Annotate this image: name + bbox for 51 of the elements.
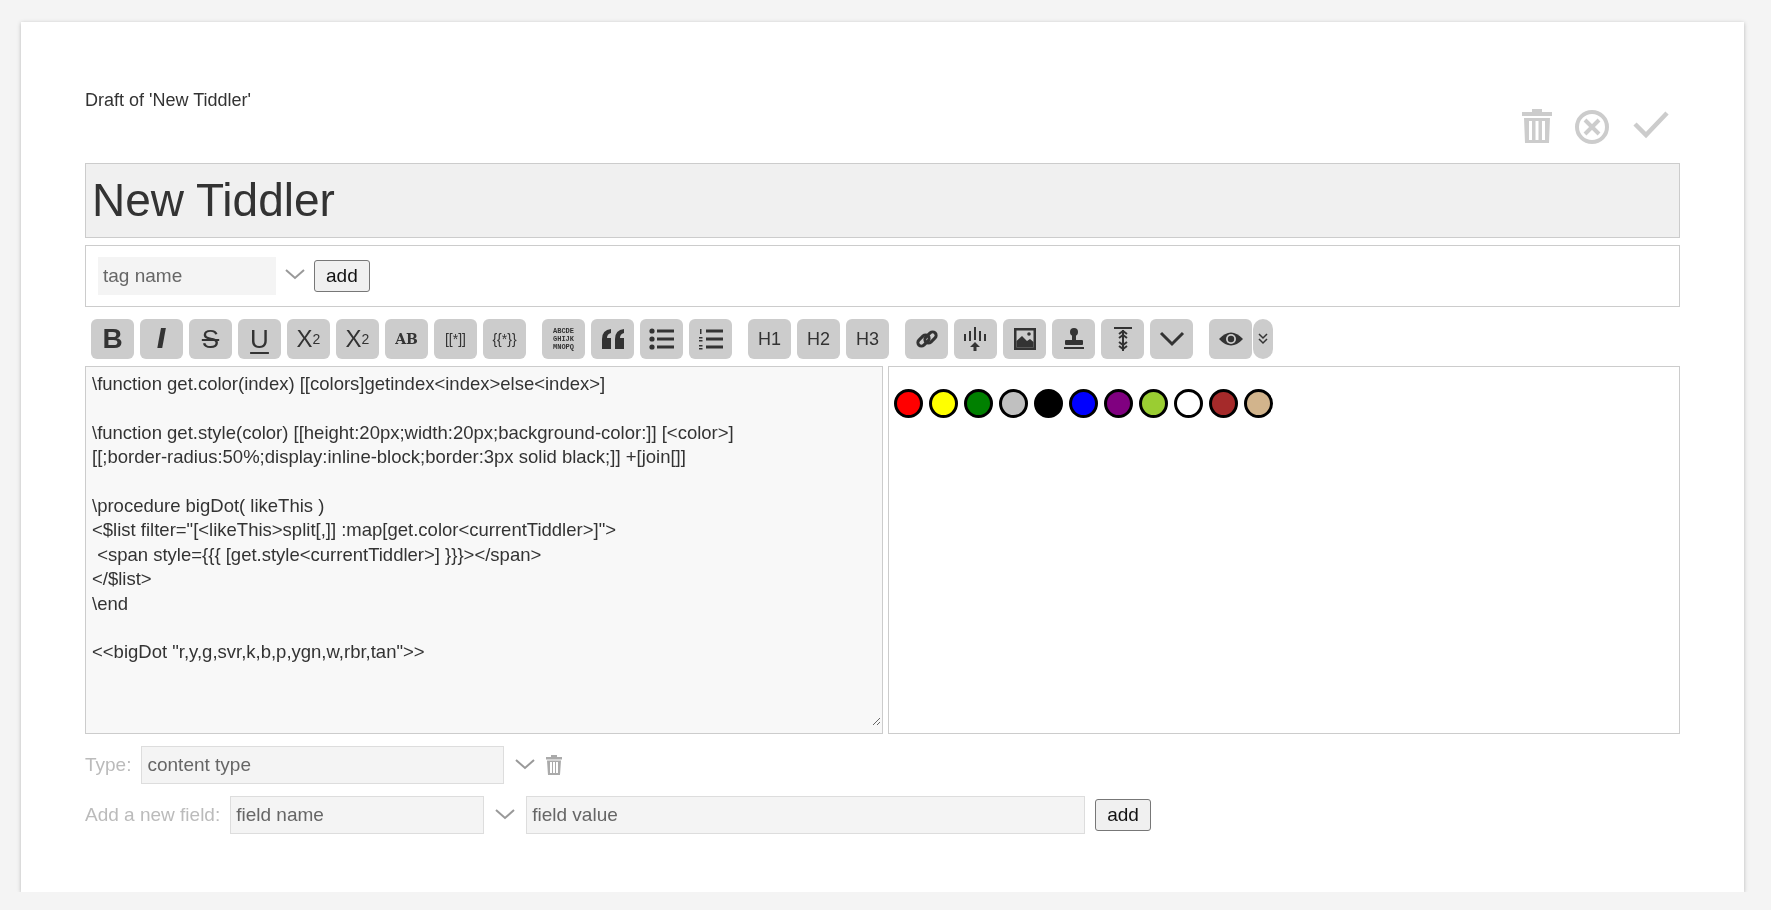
title-field[interactable]: New Tiddler [85,163,1680,238]
heading-button[interactable]: H3 [846,319,889,359]
double-chevron-icon [1258,333,1268,345]
stamp-button[interactable] [1052,319,1095,359]
chevron-down-icon [494,807,517,821]
content-type-field[interactable]: content type [141,746,505,784]
check-icon [1632,109,1670,139]
superscript-button[interactable]: X$^{2}$ [287,319,330,359]
chevron-down-icon [514,757,537,771]
quote-icon [599,327,626,351]
preview-button[interactable] [1209,319,1252,359]
add-tag-button[interactable]: add [314,260,370,292]
resize-handle-icon [871,715,881,726]
bullets-button[interactable] [640,319,683,359]
underline-button[interactable]: U [238,319,281,359]
bold-button[interactable]: B [91,319,134,359]
strike-button[interactable]: S [189,319,232,359]
add-field-button[interactable]: add [1095,799,1151,831]
excise-button[interactable] [1101,319,1144,359]
type-label: Type: [85,754,132,776]
draft-title: Draft of 'New Tiddler' [85,90,251,111]
field-name-field[interactable]: field name [230,796,485,834]
field-value-field[interactable]: field value [526,796,1086,834]
delete-type-icon [546,755,563,775]
link-button[interactable] [905,319,948,359]
cancel-icon [1574,109,1610,145]
link-icon [914,327,939,351]
smallcaps-button[interactable]: AB [385,319,428,359]
preview-type-button[interactable] [1253,319,1273,359]
transclude-button[interactable] [954,319,997,359]
plain-button[interactable]: [[*]] [434,319,477,359]
image-button[interactable] [1003,319,1046,359]
text-editor-field[interactable]: \function get.color(index) [[colors]getindex<index>else<index>] \function get.style(color) [[height:20px;width:20px;background-color:]] [<color>] [[;border-radius:50%;display:inline-block;border:3px solid black;]] +[join[]] \procedure bigDot( likeThis ) <$list filter="[<likeThis>split[,]] :map[get.color<currentTiddler>]"> <span style={{{ [get.style<currentTiddler>] }}}></span> </$list> \end <<bigDot "r,y,g,svr,k,b,p,ygn,w,rbr,tan">> [85,366,883,734]
chevron-down-icon [284,267,306,281]
italic-button[interactable]: I [140,319,183,359]
heading-button[interactable]: H1 [748,319,791,359]
more-button[interactable] [1150,319,1193,359]
transclude-icon [962,327,989,351]
stamp-icon [1061,327,1086,351]
bullet-list-icon [648,328,675,350]
quote-button[interactable] [591,319,634,359]
chevron-down-icon [1158,331,1185,347]
tag-name-field[interactable]: tag name [98,257,276,295]
numbered-list-icon [697,328,724,350]
numbers-button[interactable] [689,319,732,359]
new-field-label: Add a new field: [85,804,221,826]
heading-button[interactable]: H2 [797,319,840,359]
eye-icon [1217,330,1244,348]
delete-icon [1522,109,1552,143]
image-icon [1012,327,1037,351]
plain-button[interactable]: {{*}} [483,319,526,359]
